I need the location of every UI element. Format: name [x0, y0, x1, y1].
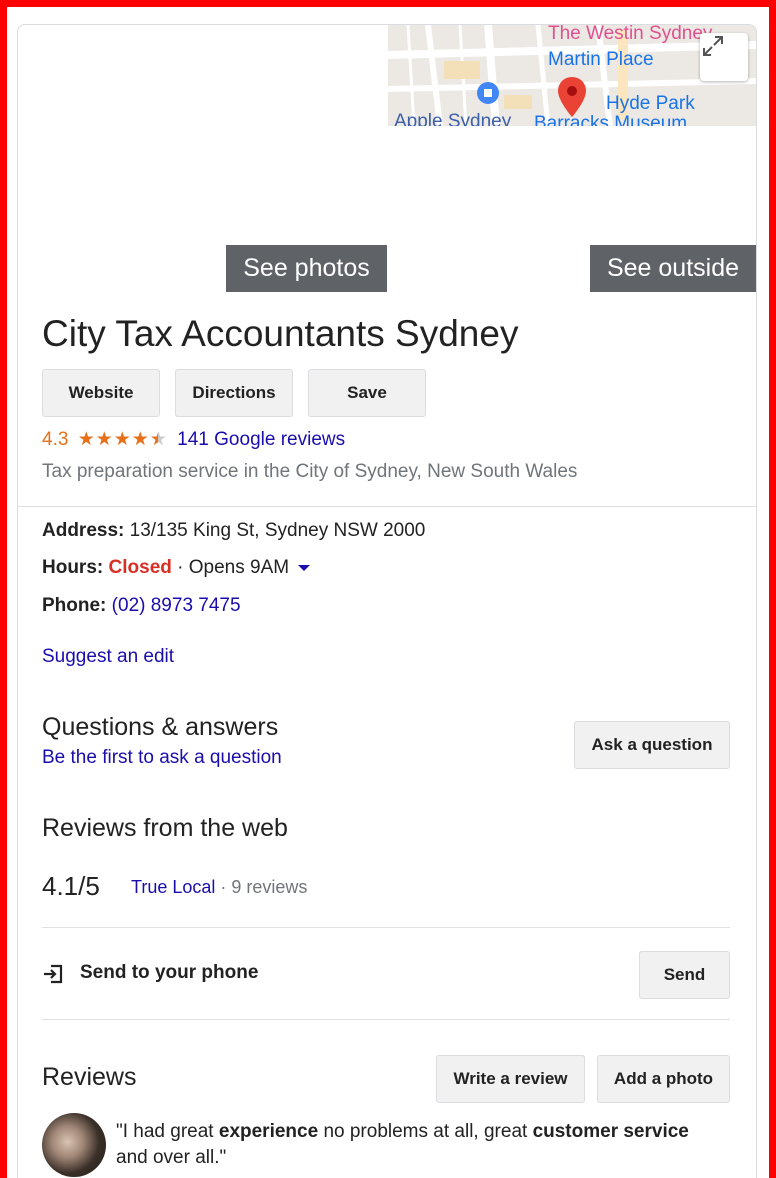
- save-button[interactable]: Save: [308, 369, 426, 417]
- divider: [18, 506, 756, 507]
- web-review-source: True Local · 9 reviews: [131, 877, 307, 898]
- avatar[interactable]: [42, 1113, 106, 1177]
- web-reviews-title: Reviews from the web: [42, 814, 288, 842]
- hours-status: Closed: [108, 557, 172, 578]
- address-label: Address:: [42, 520, 125, 541]
- address-value: 13/135 King St, Sydney NSW 2000: [129, 520, 426, 541]
- google-reviews-link[interactable]: 141 Google reviews: [177, 429, 345, 450]
- hours-row[interactable]: Hours: Closed · Opens 9AM: [42, 557, 311, 579]
- location-pin-icon: [558, 77, 586, 117]
- map-label-hyde-park[interactable]: Hyde Park: [606, 93, 695, 115]
- hours-next-open: · Opens 9AM: [177, 557, 290, 578]
- website-button[interactable]: Website: [42, 369, 160, 417]
- review-highlight: experience: [218, 1121, 319, 1142]
- business-name: City Tax Accountants Sydney: [42, 313, 519, 354]
- map-label-martin-place[interactable]: Martin Place: [548, 49, 654, 71]
- review-snippet: "I had great experience no problems at a…: [116, 1119, 716, 1171]
- business-category: Tax preparation service in the City of S…: [42, 461, 578, 482]
- hours-label: Hours:: [42, 557, 104, 578]
- divider: [42, 1019, 730, 1020]
- add-photo-button[interactable]: Add a photo: [597, 1055, 730, 1103]
- expand-map-button[interactable]: [700, 33, 748, 81]
- true-local-link[interactable]: True Local: [131, 877, 215, 897]
- map-label-apple[interactable]: Apple Sydney: [394, 111, 511, 126]
- expand-icon: [703, 36, 723, 56]
- divider: [42, 927, 730, 928]
- write-review-button[interactable]: Write a review: [436, 1055, 585, 1103]
- see-photos-button[interactable]: See photos: [226, 245, 387, 292]
- star-rating-icon: ★★★★★★: [77, 429, 168, 450]
- directions-button[interactable]: Directions: [175, 369, 293, 417]
- see-outside-button[interactable]: See outside: [590, 245, 756, 292]
- knowledge-panel: The Westin Sydney Martin Place Hyde Park…: [17, 24, 757, 1178]
- ask-question-button[interactable]: Ask a question: [574, 721, 730, 769]
- qa-title: Questions & answers: [42, 713, 279, 741]
- phone-link[interactable]: (02) 8973 7475: [112, 595, 241, 616]
- review-text-part: no problems at all, great: [318, 1121, 533, 1142]
- map-preview[interactable]: The Westin Sydney Martin Place Hyde Park…: [388, 25, 756, 126]
- map-label-westin[interactable]: The Westin Sydney: [548, 25, 712, 45]
- send-to-phone-label[interactable]: Send to your phone: [80, 962, 258, 984]
- send-button[interactable]: Send: [639, 951, 730, 999]
- web-review-count: · 9 reviews: [220, 877, 308, 897]
- phone-row: Phone: (02) 8973 7475: [42, 595, 241, 617]
- address-row: Address: 13/135 King St, Sydney NSW 2000: [42, 520, 425, 542]
- chevron-down-icon[interactable]: [298, 564, 311, 571]
- rating-line: 4.3 ★★★★★★ 141 Google reviews: [42, 428, 345, 451]
- reviews-title: Reviews: [42, 1063, 137, 1091]
- web-review-score: 4.1/5: [42, 871, 100, 901]
- first-question-link[interactable]: Be the first to ask a question: [42, 747, 282, 769]
- suggest-edit-link[interactable]: Suggest an edit: [42, 646, 174, 668]
- review-text-part: "I had great: [116, 1121, 219, 1142]
- send-to-phone-icon: [44, 964, 63, 984]
- review-highlight: customer service: [532, 1121, 689, 1142]
- review-text-part: and over all.": [116, 1147, 227, 1168]
- rating-value: 4.3: [42, 429, 69, 450]
- highlight-frame: The Westin Sydney Martin Place Hyde Park…: [7, 7, 769, 1178]
- phone-label: Phone:: [42, 595, 107, 616]
